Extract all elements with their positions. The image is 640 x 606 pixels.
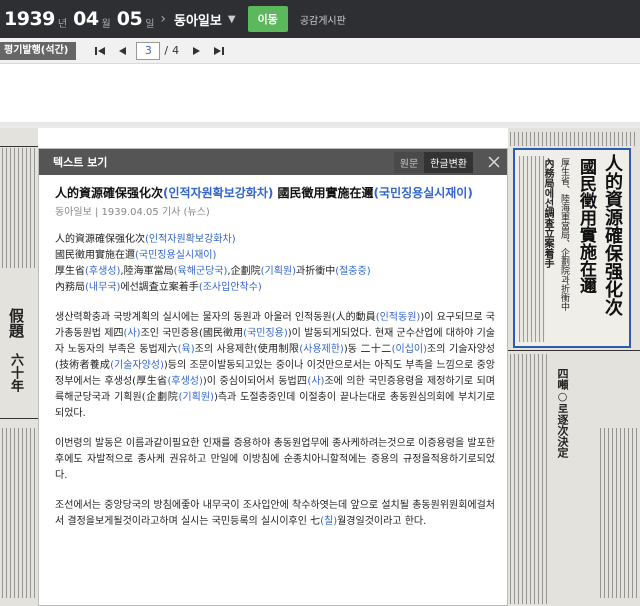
month-value[interactable]: 04 <box>73 8 99 30</box>
newspaper-scan-left[interactable]: 假題 六十年 <box>0 128 38 606</box>
original-text-button[interactable]: 원문 <box>393 151 425 173</box>
hangul-reading[interactable]: (이십이) <box>392 344 427 355</box>
year-value[interactable]: 1939 <box>4 8 55 30</box>
paragraph-text: )이 중심이되어서 동법四 <box>202 376 308 387</box>
paragraph-text: 조의 사용제한(使用制限 <box>194 344 300 355</box>
title-part-a-hangul[interactable]: (인적자원확보강화차) <box>163 186 273 200</box>
page-toolbar: 평기발행(석간) 3 / 4 <box>0 38 640 64</box>
year-unit: 년 <box>57 18 68 30</box>
subheading-1: 人的資源確保强化次(인적자원확보강화차) <box>55 234 236 245</box>
hangul-reading[interactable]: (기획원) <box>179 392 214 403</box>
title-part-b-hangul[interactable]: (국민징용실시재이) <box>374 186 473 200</box>
hangul-reading[interactable]: (인적동원) <box>376 312 421 323</box>
chevron-right-icon: › <box>160 11 167 27</box>
page-total: 4 <box>172 44 180 57</box>
top-bar: 1939 년 04 월 05 일 › 동아일보 ▼ 이동 공감게시판 <box>0 0 640 38</box>
text-viewer-dialog: 텍스트 보기 원문 한글변환 人的資源確保强化次(인적자원확보강화차) 國民徵用… <box>38 148 508 606</box>
day-unit: 일 <box>145 18 155 30</box>
prev-page-icon[interactable] <box>114 43 130 59</box>
hangul-reading[interactable]: (국민징용) <box>243 328 288 339</box>
hangul-reading[interactable]: (사용제한) <box>299 344 344 355</box>
edition-tab[interactable]: 평기발행(석간) <box>0 41 77 60</box>
hangul-reading[interactable]: (칠) <box>320 516 337 527</box>
caret-down-icon[interactable]: ▼ <box>228 14 236 25</box>
day-value[interactable]: 05 <box>117 8 143 30</box>
subheading-3: 厚生省(후생성),陸海軍當局(육해군당국),企劃院(기획원)과折衝中(절충중) <box>55 266 371 277</box>
paragraph-text: )동 二十二 <box>343 344 392 355</box>
page-input[interactable]: 3 <box>136 41 161 60</box>
close-icon[interactable] <box>481 149 507 175</box>
hangul-reading[interactable]: (사) <box>307 376 324 387</box>
hangul-reading[interactable]: (후생성) <box>168 376 203 387</box>
spacer <box>0 64 640 122</box>
article-meta: 동아일보 | 1939.04.05 기사 (뉴스) <box>55 207 210 218</box>
scan-headline-main: 人的資源確保强化次 <box>602 154 623 316</box>
page-separator: / <box>164 44 169 57</box>
dialog-title: 텍스트 보기 <box>53 156 108 169</box>
move-button[interactable]: 이동 <box>247 6 288 32</box>
article-paragraph-2: 이번령의 발동은 이름과같이필요한 인재를 증용하야 총동원업무에 종사케하려는… <box>55 438 495 481</box>
month-unit: 월 <box>101 18 111 30</box>
article-title: 人的資源確保强化次(인적자원확보강화차) 國民徵用實施在邇(국민징용실시재이) <box>55 185 495 201</box>
dialog-body: 人的資源確保强化次(인적자원확보강화차) 國民徵用實施在邇(국민징용실시재이) … <box>39 175 507 530</box>
paragraph-text: 조인 국민증용(國民徵用 <box>140 328 244 339</box>
article-paragraph-1: 생산력확충과 국방계획의 실시에는 물자의 동원과 아울러 인적동원(人的動員(… <box>55 310 495 422</box>
title-part-a: 人的資源確保强化次 <box>55 186 164 200</box>
scan-left-heading: 假題 <box>7 308 25 338</box>
title-part-b: 國民徵用實施在邇 <box>273 186 374 200</box>
scan-left-heading-2: 六十年 <box>8 353 23 392</box>
paragraph-text: 월경일것이라고 한다. <box>337 516 427 527</box>
article-paragraph-3: 조선에서는 중앙당국의 방침에좋아 내무국이 조사입안에 착수하엿는데 앞으로 … <box>55 498 495 530</box>
highlighted-article[interactable]: 人的資源確保强化次 國民徵用實施在邇 厚生省、陸海軍當局、企劃院과折衝中 內務局… <box>513 148 631 348</box>
first-page-icon[interactable] <box>92 43 108 59</box>
hangul-reading[interactable]: (육) <box>178 344 195 355</box>
last-page-icon[interactable] <box>211 43 227 59</box>
paragraph-text: 생산력확충과 국방계획의 실시에는 물자의 동원과 아울러 인적동원(人的動員 <box>55 312 376 323</box>
scan-headline-side: 厚生省、陸海軍當局、企劃院과折衝中 <box>559 158 569 311</box>
hangul-reading[interactable]: (기술자양성) <box>110 360 164 371</box>
subheading-2: 國民徵用實施在邇(국민징용실시재이) <box>55 250 217 261</box>
hangul-convert-button[interactable]: 한글변환 <box>424 151 473 173</box>
subheading-4: 內務局(내무국)에선調査立案着手(조사입안착수) <box>55 282 262 293</box>
paragraph-text: 조선에서는 중앙당국의 방침에좋아 내무국이 조사입안에 착수하엿는데 앞으로 … <box>55 500 495 527</box>
hangul-reading[interactable]: (사) <box>124 328 141 339</box>
dialog-header: 텍스트 보기 원문 한글변환 <box>39 149 507 175</box>
board-link[interactable]: 공감게시판 <box>300 12 346 27</box>
page-navigator: 3 / 4 <box>92 41 233 60</box>
scan-right-heading: 四噸○로逐次決定 <box>556 368 569 458</box>
next-page-icon[interactable] <box>189 43 205 59</box>
scan-headline-sub: 國民徵用實施在邇 <box>576 158 596 294</box>
newspaper-select[interactable]: 동아일보 <box>174 10 222 29</box>
